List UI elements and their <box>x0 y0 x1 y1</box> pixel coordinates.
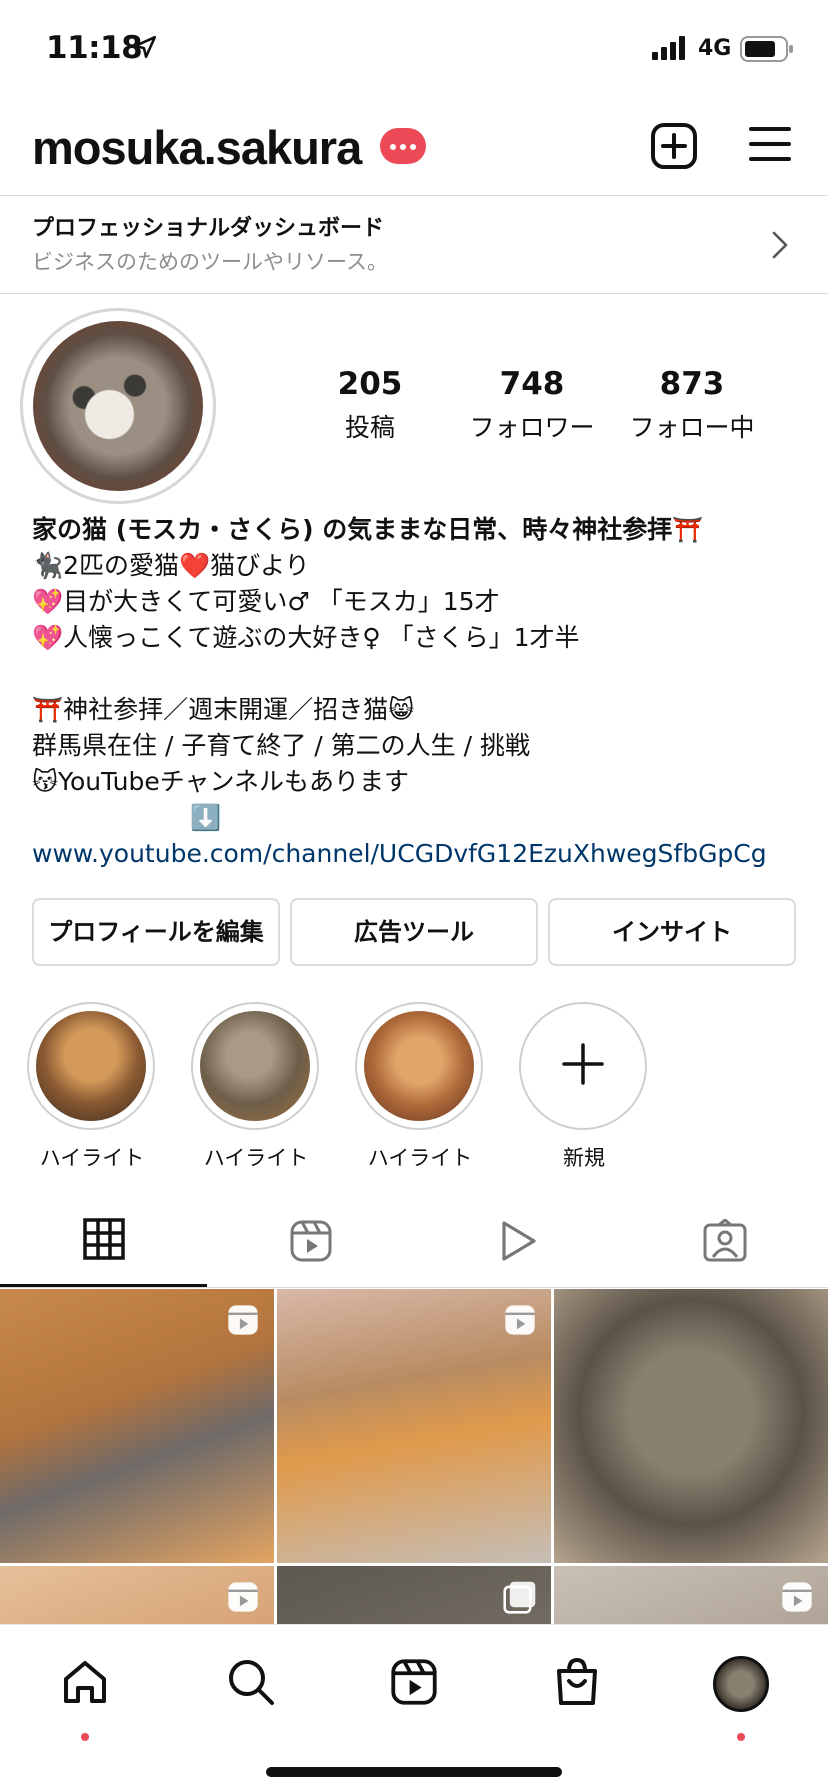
shop-icon <box>554 1657 600 1711</box>
reel-badge-icon <box>780 1580 814 1618</box>
location-arrow-icon <box>132 34 158 64</box>
profile-tabs <box>0 1198 828 1288</box>
bio-line: ⬇️ <box>190 803 222 832</box>
story-highlight[interactable]: ハイライト <box>27 1002 157 1172</box>
bio-link[interactable]: www.youtube.com/channel/UCGDvfG12EzuXhwe… <box>32 836 812 872</box>
reel-badge-icon <box>226 1303 260 1341</box>
stat-value: 873 <box>659 366 725 402</box>
notification-badge-icon[interactable] <box>380 128 426 164</box>
nav-shop[interactable] <box>542 1649 612 1719</box>
grid-post[interactable] <box>277 1566 551 1629</box>
reel-badge-icon <box>503 1303 537 1341</box>
edit-profile-button[interactable]: プロフィールを編集 <box>32 898 280 966</box>
bio-line: 😽YouTubeチャンネルもあります <box>32 767 409 796</box>
status-bar: 11:18 4G <box>0 0 828 100</box>
bio-line: 💖目が大きくて可愛い♂ 「モスカ」15才 <box>32 587 500 616</box>
bottom-nav <box>0 1624 828 1792</box>
battery-icon <box>740 36 794 66</box>
tab-videos[interactable] <box>414 1198 621 1288</box>
chevron-right-icon <box>770 230 790 264</box>
grid-icon <box>82 1218 125 1264</box>
stat-followers[interactable]: 748 フォロワー <box>452 366 612 444</box>
highlight-ring <box>519 1002 647 1130</box>
reels-icon <box>289 1219 333 1267</box>
profile-header: mosuka.sakura <box>0 110 828 196</box>
nav-home[interactable] <box>50 1649 120 1719</box>
profile-stats: 205 投稿 748 フォロワー 873 フォロー中 <box>300 366 770 446</box>
status-time: 11:18 <box>46 30 143 66</box>
video-icon <box>498 1219 538 1267</box>
highlight-image <box>364 1011 474 1121</box>
bio-line: 💖人懐っこくて遊ぶの大好き♀ 「さくら」1才半 <box>32 623 580 652</box>
grid-post[interactable] <box>554 1289 828 1563</box>
highlight-ring <box>355 1002 483 1130</box>
profile-actions: プロフィールを編集 広告ツール インサイト <box>32 898 796 968</box>
search-icon <box>226 1657 276 1711</box>
profile-notification-dot <box>737 1733 745 1741</box>
highlight-ring <box>27 1002 155 1130</box>
signal-icon <box>652 36 690 64</box>
dashboard-subtitle: ビジネスのためのツールやリソース。 <box>32 250 388 274</box>
highlight-image <box>200 1011 310 1121</box>
highlight-ring <box>191 1002 319 1130</box>
grid-post[interactable] <box>554 1566 828 1629</box>
tab-posts-grid[interactable] <box>0 1198 207 1287</box>
bio-line: 家の猫 (モスカ・さくら) の気ままな日常、時々神社参拝⛩️ <box>32 515 704 544</box>
nav-search[interactable] <box>216 1649 286 1719</box>
highlight-label: ハイライト <box>39 1146 145 1170</box>
grid-post[interactable] <box>0 1289 274 1563</box>
story-highlight[interactable]: ハイライト <box>191 1002 321 1172</box>
profile-avatar <box>713 1656 769 1712</box>
stat-label: 投稿 <box>344 413 395 442</box>
grid-post[interactable] <box>277 1289 551 1563</box>
tagged-icon <box>702 1218 748 1267</box>
network-type: 4G <box>698 36 732 61</box>
professional-dashboard-link[interactable]: プロフェッショナルダッシュボード ビジネスのためのツールやリソース。 <box>0 196 828 294</box>
stat-value: 205 <box>337 366 403 402</box>
bio-line: ⛩️神社参拝／週末開運／招き猫😸 <box>32 695 415 724</box>
bio-line: 群馬県在住 / 子育て終了 / 第二の人生 / 挑戦 <box>32 731 530 760</box>
nav-reels[interactable] <box>379 1649 449 1719</box>
username-switcher[interactable]: mosuka.sakura <box>32 120 362 175</box>
new-highlight-button[interactable]: 新規 <box>519 1002 649 1172</box>
new-post-icon[interactable] <box>650 122 698 174</box>
tab-reels[interactable] <box>207 1198 414 1288</box>
carousel-badge-icon <box>503 1580 537 1618</box>
ad-tools-button[interactable]: 広告ツール <box>290 898 538 966</box>
stat-value: 748 <box>499 366 565 402</box>
stat-label: フォロワー <box>469 413 595 442</box>
profile-bio: 家の猫 (モスカ・さくら) の気ままな日常、時々神社参拝⛩️ 🐈‍⬛2匹の愛猫❤… <box>32 512 812 872</box>
highlight-image <box>36 1011 146 1121</box>
stat-following[interactable]: 873 フォロー中 <box>612 366 772 444</box>
reels-icon <box>390 1658 438 1710</box>
dashboard-title: プロフェッショナルダッシュボード <box>32 216 385 241</box>
story-highlight[interactable]: ハイライト <box>355 1002 485 1172</box>
bio-spacer <box>32 656 812 692</box>
profile-avatar[interactable] <box>20 308 216 504</box>
insights-button[interactable]: インサイト <box>548 898 796 966</box>
home-icon <box>60 1657 110 1711</box>
menu-icon[interactable] <box>748 124 792 168</box>
stat-label: フォロー中 <box>629 413 755 442</box>
plus-icon <box>561 1042 605 1090</box>
home-notification-dot <box>81 1733 89 1741</box>
nav-profile[interactable] <box>706 1649 776 1719</box>
avatar-image <box>33 321 203 491</box>
bio-line: 🐈‍⬛2匹の愛猫❤️猫びより <box>32 551 310 580</box>
stat-posts[interactable]: 205 投稿 <box>290 366 450 444</box>
highlight-label: ハイライト <box>203 1146 309 1170</box>
tab-tagged[interactable] <box>621 1198 828 1288</box>
home-indicator <box>266 1767 562 1777</box>
reel-badge-icon <box>226 1580 260 1618</box>
highlight-label: ハイライト <box>367 1146 473 1170</box>
posts-grid <box>0 1289 828 1629</box>
grid-post[interactable] <box>0 1566 274 1629</box>
highlight-label: 新規 <box>563 1146 605 1170</box>
